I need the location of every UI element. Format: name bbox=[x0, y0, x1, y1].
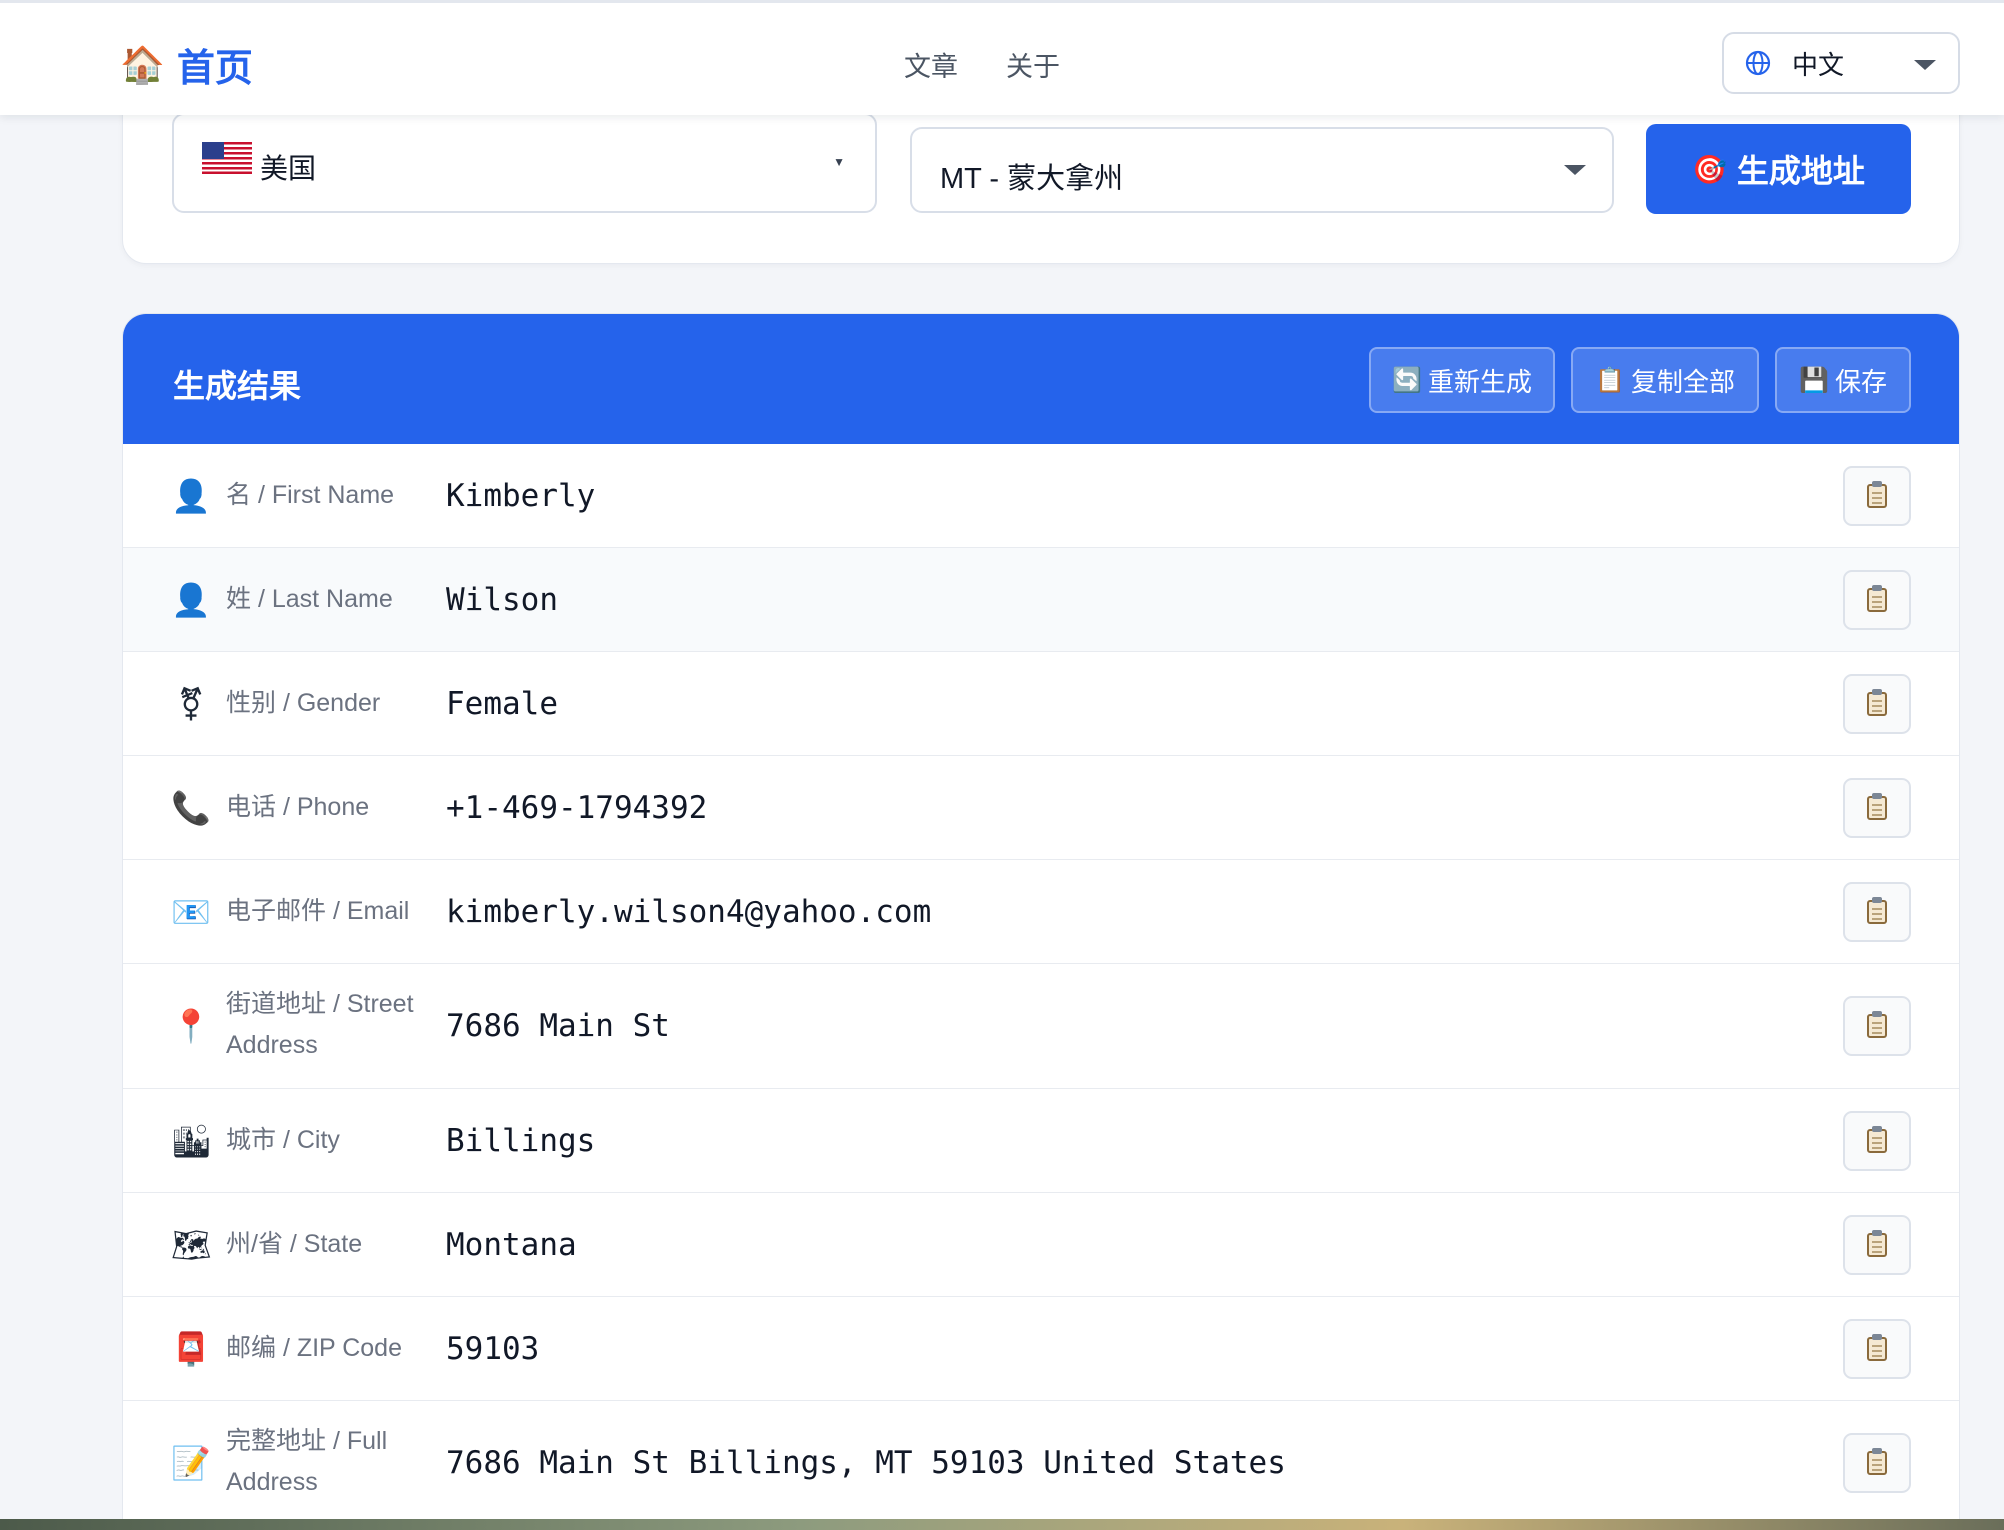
copy-button[interactable] bbox=[1843, 778, 1911, 838]
chevron-down-icon bbox=[1564, 165, 1586, 175]
save-label: 保存 bbox=[1834, 366, 1887, 397]
email-icon: 📧 bbox=[171, 894, 211, 930]
field-label: 电话 / Phone bbox=[226, 793, 370, 821]
globe-icon bbox=[1745, 50, 1771, 76]
field-value: Kimberly bbox=[446, 478, 596, 514]
page: 美国 ▼ MT - 蒙大拿州 🎯 生成地址 🏠 首页 文章 关于 中文 生成结果… bbox=[0, 0, 2004, 1530]
copy-button[interactable] bbox=[1843, 1433, 1911, 1493]
field-label: 城市 / City bbox=[226, 1126, 340, 1154]
person-icon: 👤 bbox=[171, 478, 211, 514]
result-row-phone: 📞 电话 / Phone +1-469-1794392 bbox=[123, 756, 1959, 860]
field-value: kimberly.wilson4@yahoo.com bbox=[446, 894, 932, 930]
copy-all-button[interactable]: 📋 复制全部 bbox=[1571, 347, 1759, 413]
person-icon: 👤 bbox=[171, 582, 211, 618]
field-label: 电子邮件 / Email bbox=[226, 897, 410, 925]
results-card: 生成结果 🔄 重新生成 📋 复制全部 💾 保存 👤 名 / First Name… bbox=[122, 313, 1960, 1530]
clipboard-icon bbox=[1867, 793, 1887, 820]
us-flag-icon bbox=[202, 142, 252, 174]
caret-down-icon: ▼ bbox=[833, 155, 845, 169]
field-label: 邮编 / ZIP Code bbox=[226, 1334, 402, 1362]
regenerate-button[interactable]: 🔄 重新生成 bbox=[1369, 347, 1555, 413]
field-label: 名 / First Name bbox=[226, 481, 395, 509]
results-header: 生成结果 🔄 重新生成 📋 复制全部 💾 保存 bbox=[123, 314, 1959, 444]
results-title: 生成结果 bbox=[173, 368, 302, 404]
result-row-last-name: 👤 姓 / Last Name Wilson bbox=[123, 548, 1959, 652]
result-row-full-address: 📝 完整地址 / Full Address 7686 Main St Billi… bbox=[123, 1401, 1959, 1529]
result-row-state: 🗺 州/省 / State Montana bbox=[123, 1193, 1959, 1297]
copy-button[interactable] bbox=[1843, 466, 1911, 526]
field-value: 59103 bbox=[446, 1331, 540, 1367]
field-label: 街道地址 / Street Address bbox=[226, 990, 414, 1059]
field-value: Billings bbox=[446, 1123, 596, 1159]
house-icon: 🏠 bbox=[120, 43, 165, 85]
field-value: Montana bbox=[446, 1227, 577, 1263]
field-label: 性别 / Gender bbox=[226, 689, 381, 717]
field-value: Female bbox=[446, 686, 558, 722]
generate-address-button[interactable]: 🎯 生成地址 bbox=[1646, 124, 1911, 214]
floppy-disk-icon: 💾 bbox=[1799, 366, 1829, 394]
copy-button[interactable] bbox=[1843, 1319, 1911, 1379]
phone-icon: 📞 bbox=[171, 790, 211, 826]
memo-icon: 📝 bbox=[171, 1445, 211, 1481]
navbar: 🏠 首页 文章 关于 中文 bbox=[0, 0, 2004, 115]
home-link[interactable]: 🏠 首页 bbox=[120, 37, 253, 92]
copy-button[interactable] bbox=[1843, 674, 1911, 734]
field-value: +1-469-1794392 bbox=[446, 790, 708, 826]
field-label: 州/省 / State bbox=[226, 1230, 363, 1258]
state-label: MT - 蒙大拿州 bbox=[940, 163, 1124, 195]
copy-button[interactable] bbox=[1843, 1215, 1911, 1275]
transgender-symbol-icon: ⚧ bbox=[177, 686, 205, 722]
city-icon: 🏙 bbox=[171, 1123, 212, 1159]
field-value: Wilson bbox=[446, 582, 558, 618]
map-pin-icon: 📍 bbox=[171, 1008, 211, 1044]
field-label: 完整地址 / Full Address bbox=[226, 1427, 388, 1496]
copy-button[interactable] bbox=[1843, 570, 1911, 630]
brand-label: 首页 bbox=[176, 48, 253, 90]
save-button[interactable]: 💾 保存 bbox=[1775, 347, 1911, 413]
nav-link-articles[interactable]: 文章 bbox=[904, 45, 958, 84]
chevron-down-icon bbox=[1914, 60, 1936, 70]
window-bottom-edge bbox=[0, 1519, 2004, 1530]
world-map-icon: 🗺 bbox=[171, 1227, 212, 1263]
regenerate-label: 重新生成 bbox=[1427, 366, 1532, 397]
result-row-gender: ⚧ 性别 / Gender Female bbox=[123, 652, 1959, 756]
result-row-street-address: 📍 街道地址 / Street Address 7686 Main St bbox=[123, 964, 1959, 1089]
language-select[interactable]: 中文 bbox=[1722, 32, 1960, 94]
country-label: 美国 bbox=[260, 153, 317, 184]
copy-all-label: 复制全部 bbox=[1630, 366, 1735, 397]
dart-icon: 🎯 bbox=[1692, 153, 1727, 185]
refresh-icon: 🔄 bbox=[1392, 366, 1422, 394]
clipboard-icon bbox=[1867, 1230, 1887, 1257]
field-label: 姓 / Last Name bbox=[226, 585, 393, 613]
clipboard-icon bbox=[1867, 1334, 1887, 1361]
language-label: 中文 bbox=[1792, 49, 1845, 80]
result-row-city: 🏙 城市 / City Billings bbox=[123, 1089, 1959, 1193]
clipboard-icon bbox=[1867, 689, 1887, 716]
country-select[interactable]: 美国 ▼ bbox=[172, 113, 877, 213]
result-row-email: 📧 电子邮件 / Email kimberly.wilson4@yahoo.co… bbox=[123, 860, 1959, 964]
nav-links: 文章 关于 bbox=[904, 45, 1060, 84]
copy-button[interactable] bbox=[1843, 996, 1911, 1056]
clipboard-icon bbox=[1867, 1011, 1887, 1038]
result-row-first-name: 👤 名 / First Name Kimberly bbox=[123, 444, 1959, 548]
generate-button-label: 生成地址 bbox=[1736, 153, 1865, 189]
postbox-icon: 📮 bbox=[171, 1331, 211, 1367]
clipboard-icon bbox=[1867, 1126, 1887, 1153]
field-value: 7686 Main St bbox=[446, 1008, 670, 1044]
nav-link-about[interactable]: 关于 bbox=[1006, 45, 1060, 84]
state-select[interactable]: MT - 蒙大拿州 bbox=[910, 127, 1614, 213]
clipboard-icon bbox=[1867, 897, 1887, 924]
field-value: 7686 Main St Billings, MT 59103 United S… bbox=[446, 1445, 1286, 1481]
clipboard-icon bbox=[1867, 481, 1887, 508]
copy-button[interactable] bbox=[1843, 1111, 1911, 1171]
copy-button[interactable] bbox=[1843, 882, 1911, 942]
clipboard-icon bbox=[1867, 1448, 1887, 1475]
result-row-zip-code: 📮 邮编 / ZIP Code 59103 bbox=[123, 1297, 1959, 1401]
clipboard-icon: 📋 bbox=[1595, 366, 1625, 394]
clipboard-icon bbox=[1867, 585, 1887, 612]
